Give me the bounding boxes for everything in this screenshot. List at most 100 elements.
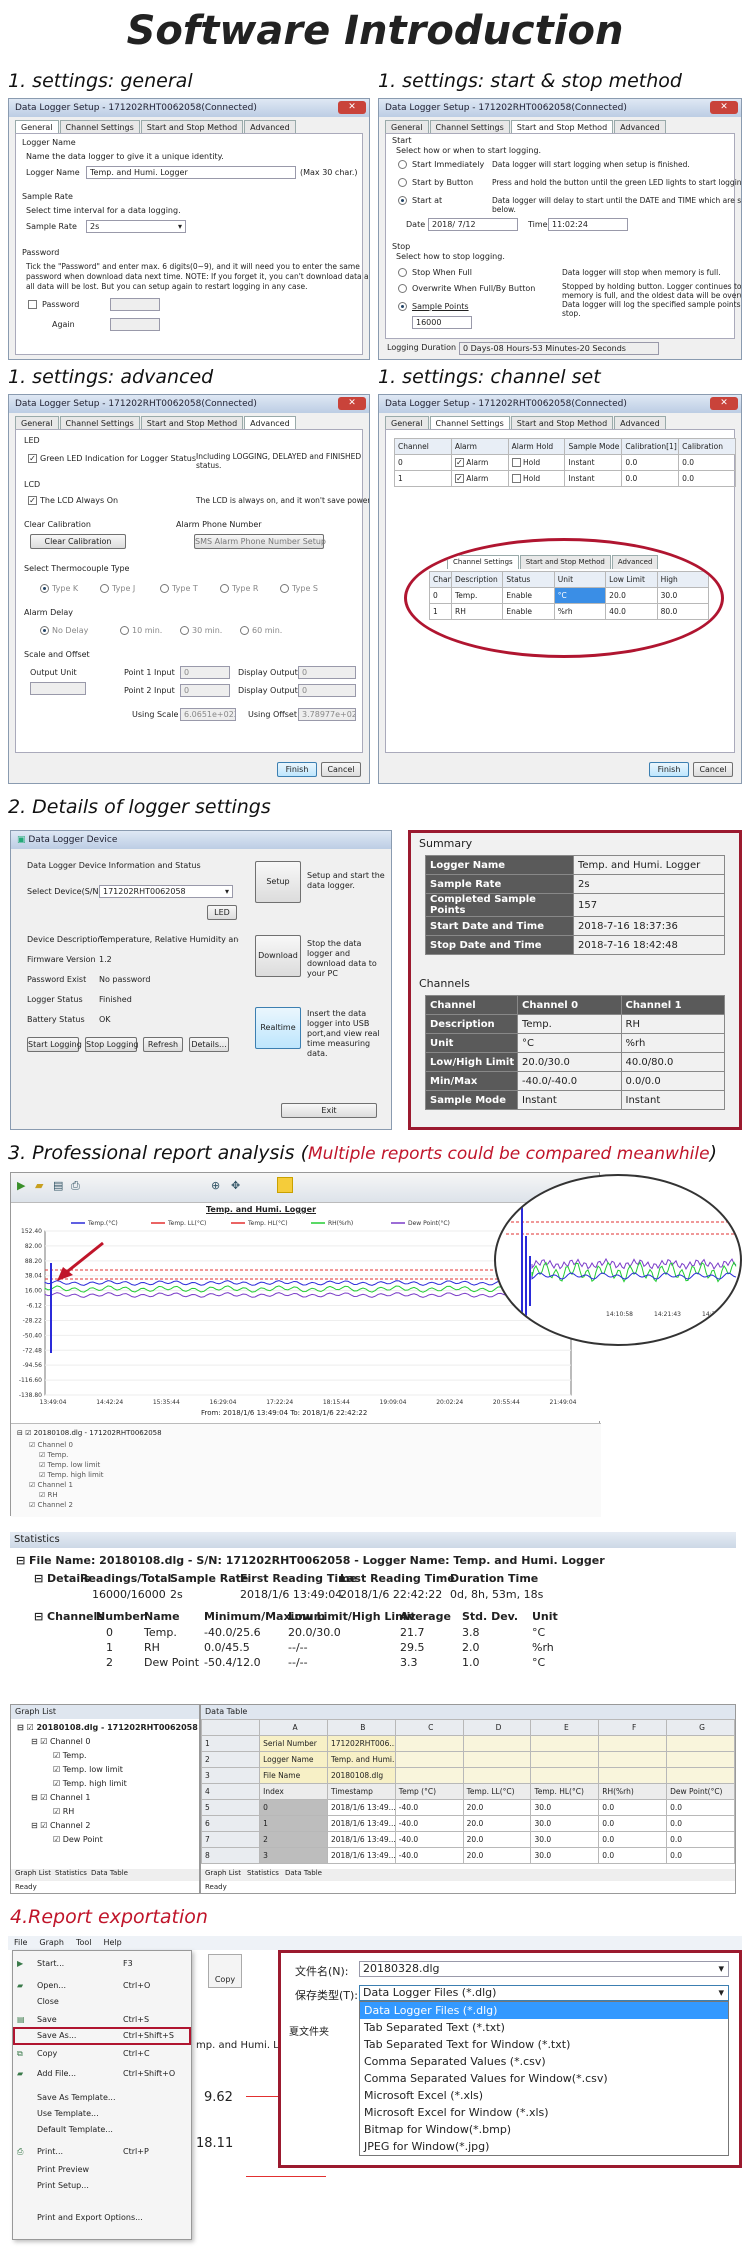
table-row[interactable]: 4 Index Timestamp Temp (°C) Temp. LL(°C) Temp… [200, 1783, 735, 1800]
tab-statistics[interactable]: Statistics [55, 1869, 87, 1881]
cell[interactable]: 4 [200, 1783, 261, 1800]
cell[interactable]: 7 [200, 1831, 261, 1848]
start-at-radio[interactable] [398, 196, 407, 205]
pan-icon[interactable]: ✥ [231, 1179, 240, 1192]
header-cell[interactable]: C [394, 1719, 464, 1736]
graph-tree-item[interactable]: ⊟ ☑ Channel 1 [31, 1793, 90, 1803]
menu-item[interactable]: Print Preview [15, 2163, 189, 2177]
hold-checkbox[interactable] [511, 474, 521, 484]
menu-item[interactable]: ▶ Start... F3 [15, 1957, 189, 1971]
menu-item[interactable]: ▰ Add File... Ctrl+Shift+O [15, 2067, 189, 2081]
highlight-icon[interactable] [277, 1177, 293, 1193]
cell[interactable]: 8 [200, 1847, 261, 1864]
cell[interactable]: 0.0 [666, 1847, 735, 1864]
tree-item[interactable]: ☑ Temp. high limit [39, 1470, 104, 1480]
zoom-icon[interactable]: ⊕ [211, 1179, 220, 1192]
tree-item[interactable]: ☑ Channel 0 [29, 1440, 73, 1450]
cell[interactable]: 0.0 [598, 1799, 668, 1816]
menu-item[interactable]: Close [15, 1995, 189, 2009]
menu-item[interactable]: Use Template... [15, 2107, 189, 2121]
tab-general[interactable]: General [15, 416, 59, 430]
tab-graph-list[interactable]: Graph List [205, 1869, 241, 1881]
cell[interactable]: 2018/1/6 13:49... [326, 1799, 396, 1816]
cell[interactable]: File Name [259, 1767, 328, 1784]
menu-item[interactable]: Default Template... [15, 2123, 189, 2137]
play-icon[interactable]: ▶ [17, 1179, 25, 1192]
tree-item[interactable]: ☑ Channel 1 [29, 1480, 73, 1490]
cell[interactable]: 0.0 [666, 1799, 735, 1816]
graph-tree-item[interactable]: ☑ Temp. [53, 1751, 87, 1761]
tab-statistics[interactable]: Statistics [247, 1869, 279, 1881]
cell[interactable]: 6 [200, 1815, 261, 1832]
menu-item[interactable]: Print and Export Options... [15, 2211, 189, 2225]
menu-item[interactable]: Print Setup... [15, 2179, 189, 2193]
cell[interactable]: Temp (°C) [394, 1783, 464, 1800]
cell[interactable]: 3 [259, 1847, 328, 1864]
tab-data-table[interactable]: Data Table [91, 1869, 128, 1881]
cell[interactable]: 20.0 [462, 1831, 532, 1848]
filetype-option[interactable]: Comma Separated Values (*.csv) [360, 2053, 728, 2070]
tab-channel-settings[interactable]: Channel Settings [59, 120, 140, 134]
header-cell[interactable]: E [530, 1719, 600, 1736]
cell[interactable]: Index [259, 1783, 328, 1800]
menu-tool[interactable]: Tool [76, 1936, 92, 1950]
type-j-radio[interactable] [100, 584, 109, 593]
tree-item[interactable]: ☑ Temp. [39, 1450, 68, 1460]
cell[interactable] [394, 1751, 464, 1768]
cell[interactable] [598, 1735, 668, 1752]
cell[interactable]: 0.0 [666, 1815, 735, 1832]
tab-general[interactable]: General [15, 120, 59, 134]
graph-tree-item[interactable]: ⊟ ☑ Channel 2 [31, 1821, 90, 1831]
cell[interactable] [530, 1735, 600, 1752]
password-input[interactable] [110, 298, 160, 311]
menu-item[interactable]: ▤ Save Ctrl+S [15, 2013, 189, 2027]
cell[interactable]: 20.0 [462, 1847, 532, 1864]
graph-tree-item[interactable]: ☑ Dew Point [53, 1835, 103, 1845]
cell[interactable]: Serial Number [259, 1735, 328, 1752]
cell[interactable]: 0 [259, 1799, 328, 1816]
device-select[interactable]: 171202RHT0062058 ▾ [99, 885, 233, 898]
cell[interactable]: 2018/1/6 13:49... [326, 1847, 396, 1864]
table-row[interactable]: 2 Logger Name Temp. and Humi... [200, 1751, 735, 1768]
overwrite-radio[interactable] [398, 284, 407, 293]
table-row[interactable]: 5 0 2018/1/6 13:49... -40.0 20.0 30.0 0.0 0.0 [200, 1799, 735, 1816]
stop-logging-button[interactable]: Stop Logging [85, 1037, 138, 1052]
filetype-option[interactable]: Comma Separated Values for Window(*.csv) [360, 2070, 728, 2087]
sample-points-input[interactable]: 16000 [412, 316, 472, 329]
tab-start-stop[interactable]: Start and Stop Method [140, 120, 244, 134]
start-logging-button[interactable]: Start Logging [27, 1037, 82, 1052]
table-row[interactable]: 8 3 2018/1/6 13:49... -40.0 20.0 30.0 0.0 0.0 [200, 1847, 735, 1864]
filetype-option[interactable]: Tab Separated Text for Window (*.txt) [360, 2036, 728, 2053]
cell[interactable] [394, 1735, 464, 1752]
graph-tree-item[interactable]: ☑ Temp. low limit [53, 1765, 123, 1775]
alarm-checkbox[interactable]: ✓ [454, 474, 464, 484]
point-2-input[interactable]: 0 [180, 684, 230, 697]
filetype-option[interactable]: JPEG for Window(*.jpg) [360, 2138, 728, 2155]
filename-input[interactable]: 20180328.dlg ▾ [359, 1961, 729, 1977]
logger-name-input[interactable]: Temp. and Humi. Logger [86, 166, 296, 179]
hold-checkbox[interactable] [511, 458, 521, 468]
tab-channel-settings[interactable]: Channel Settings [59, 416, 140, 430]
cell[interactable]: -40.0 [394, 1831, 464, 1848]
tab-general[interactable]: General [385, 416, 429, 430]
cell[interactable]: 2 [200, 1751, 261, 1768]
filetype-option[interactable]: Bitmap for Window(*.bmp) [360, 2121, 728, 2138]
cell[interactable] [462, 1735, 532, 1752]
cell[interactable]: 1 [259, 1815, 328, 1832]
cell[interactable]: 0.0 [678, 470, 736, 487]
point-1-input[interactable]: 0 [180, 666, 230, 679]
menu-item[interactable]: Save As... Ctrl+Shift+S [13, 2027, 191, 2045]
table-row[interactable]: 1 Serial Number 171202RHT006... [200, 1735, 735, 1752]
close-icon[interactable]: ✕ [338, 397, 366, 410]
filetype-option[interactable]: Tab Separated Text (*.txt) [360, 2019, 728, 2036]
save-icon[interactable]: ▤ [53, 1179, 63, 1192]
no-delay-radio[interactable] [40, 626, 49, 635]
close-icon[interactable]: ✕ [710, 101, 738, 114]
graph-tree-item[interactable]: ⊟ ☑ Channel 0 [31, 1737, 90, 1747]
realtime-button[interactable]: Realtime [255, 1007, 301, 1049]
details-button[interactable]: Details... [189, 1037, 229, 1052]
header-cell[interactable]: G [666, 1719, 735, 1736]
setup-button[interactable]: Setup [255, 861, 301, 903]
cell[interactable] [530, 1767, 600, 1784]
cell[interactable]: -40.0 [394, 1799, 464, 1816]
